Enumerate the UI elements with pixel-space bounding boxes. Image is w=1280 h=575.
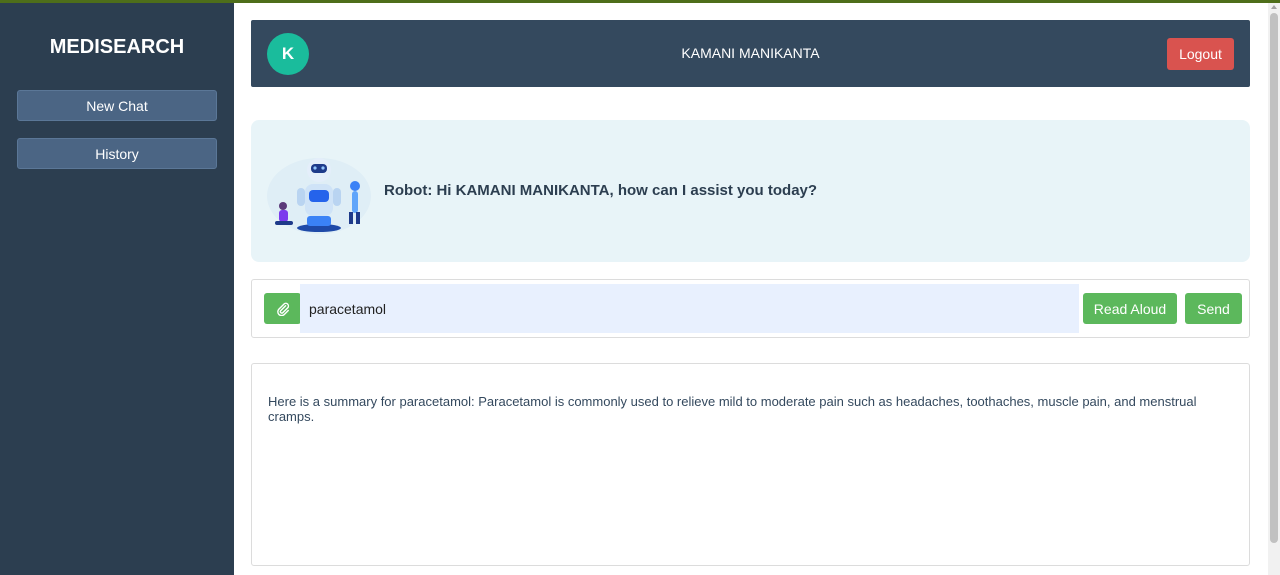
scroll-up-arrow-icon[interactable] [1271,5,1277,9]
response-panel: Here is a summary for paracetamol: Parac… [251,363,1250,566]
attach-button[interactable] [264,293,301,324]
logout-button[interactable]: Logout [1167,38,1234,70]
query-input[interactable] [300,284,1079,333]
page-scrollbar[interactable] [1268,3,1280,575]
greeting-panel: Robot: Hi KAMANI MANIKANTA, how can I as… [251,120,1250,262]
query-bar: Read Aloud Send [251,279,1250,338]
scrollbar-thumb[interactable] [1270,13,1278,543]
greeting-message: Robot: Hi KAMANI MANIKANTA, how can I as… [384,182,818,199]
sidebar: MEDISEARCH New Chat History [0,3,234,575]
robot-illustration [267,158,371,234]
app-header: K KAMANI MANIKANTA Logout [251,20,1250,87]
paperclip-icon [276,302,289,316]
brand-title: MEDISEARCH [49,36,185,58]
response-text: Here is a summary for paracetamol: Parac… [268,394,1197,424]
history-button[interactable]: History [17,138,217,169]
send-button[interactable]: Send [1185,293,1242,324]
read-aloud-button[interactable]: Read Aloud [1083,293,1177,324]
new-chat-button[interactable]: New Chat [17,90,217,121]
username-label: KAMANI MANIKANTA [681,45,820,61]
